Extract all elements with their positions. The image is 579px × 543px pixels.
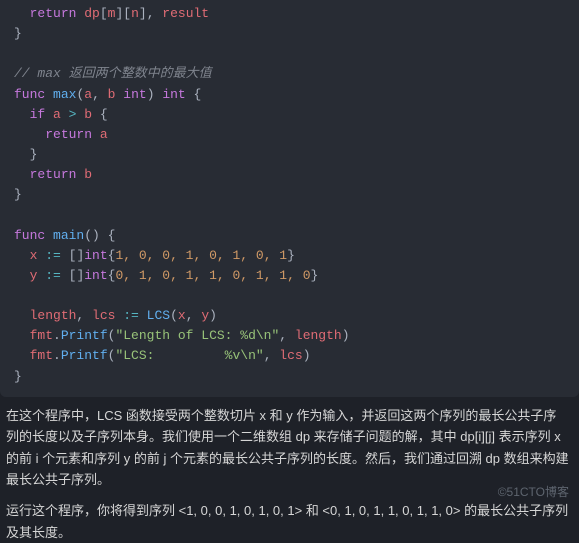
code-block: return dp[m][n], result } // max 返回两个整数中… — [0, 0, 579, 397]
fn-max: max — [53, 87, 76, 102]
paragraph-2: 运行这个程序，你将得到序列 <1, 0, 0, 1, 0, 1, 0, 1> 和… — [6, 500, 569, 543]
code-content: return dp[m][n], result } // max 返回两个整数中… — [0, 4, 579, 387]
fn-main: main — [53, 228, 84, 243]
article-body: 在这个程序中，LCS 函数接受两个整数切片 x 和 y 作为输入，并返回这两个序… — [0, 405, 579, 543]
paragraph-1: 在这个程序中，LCS 函数接受两个整数切片 x 和 y 作为输入，并返回这两个序… — [6, 405, 569, 491]
kw-return: return — [30, 6, 77, 21]
watermark: ©51CTO博客 — [498, 483, 569, 500]
comment-max: // max 返回两个整数中的最大值 — [14, 66, 212, 81]
